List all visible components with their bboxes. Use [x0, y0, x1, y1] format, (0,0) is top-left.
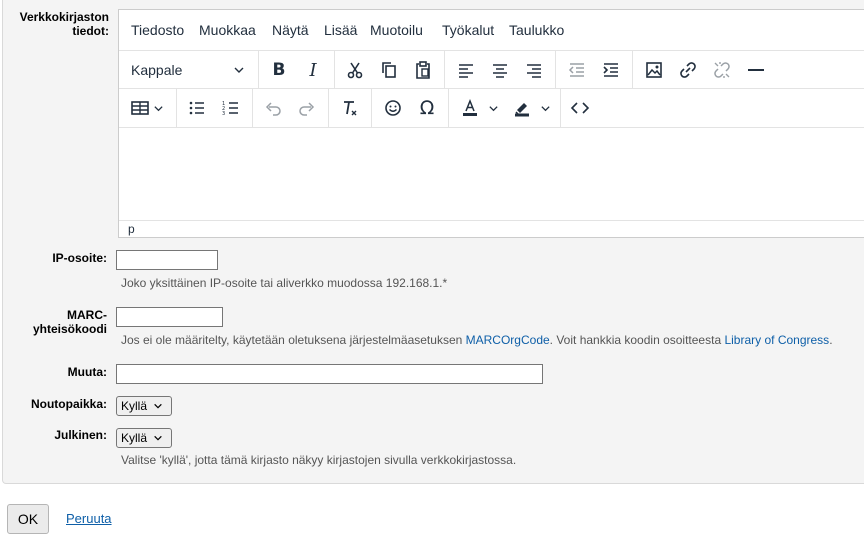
- menu-insert[interactable]: Lisää: [324, 22, 357, 38]
- marc-hint-middle: . Voit hankkia koodin osoitteesta: [549, 333, 722, 347]
- align-center-icon[interactable]: [485, 55, 515, 85]
- pickup-select[interactable]: Kyllä: [116, 396, 172, 416]
- public-select-value: Kyllä: [121, 431, 148, 445]
- ok-button[interactable]: OK: [7, 504, 49, 534]
- chevron-down-icon: [154, 435, 162, 441]
- numbered-list-icon[interactable]: 123: [216, 93, 246, 123]
- table-icon[interactable]: [125, 93, 169, 123]
- other-input[interactable]: [116, 364, 543, 384]
- bullet-list-icon[interactable]: [182, 93, 212, 123]
- editor-toolbar-row-2: 123 Ω: [119, 88, 864, 128]
- public-label: Julkinen:: [54, 428, 107, 442]
- ip-input[interactable]: [116, 250, 218, 270]
- element-path[interactable]: p: [128, 222, 135, 236]
- editor-content-area[interactable]: [119, 127, 864, 220]
- marcorgcode-link[interactable]: MARCOrgCode: [466, 333, 550, 347]
- cut-icon[interactable]: [340, 55, 370, 85]
- chevron-down-icon: [154, 105, 163, 111]
- menu-view[interactable]: Näytä: [272, 22, 309, 38]
- chevron-down-icon: [234, 67, 244, 73]
- marc-input[interactable]: [116, 307, 223, 327]
- indent-icon[interactable]: [596, 55, 626, 85]
- code-icon[interactable]: [565, 93, 595, 123]
- form-panel: Verkkokirjaston tiedot: Tiedosto Muokkaa…: [2, 0, 864, 484]
- pickup-select-value: Kyllä: [121, 399, 148, 413]
- library-info-label-line1: Verkkokirjaston: [19, 10, 109, 24]
- marc-label-line1: MARC-: [67, 308, 107, 322]
- italic-icon[interactable]: I: [298, 55, 328, 85]
- ip-hint: Joko yksittäinen IP-osoite tai aliverkko…: [121, 276, 448, 290]
- pickup-label: Noutopaikka:: [30, 397, 107, 411]
- highlight-icon[interactable]: [506, 93, 556, 123]
- rich-text-editor: Tiedosto Muokkaa Näytä Lisää Muotoilu Ty…: [118, 9, 864, 238]
- marc-label: MARC- yhteisökoodi: [3, 308, 107, 336]
- bold-icon[interactable]: B: [264, 55, 294, 85]
- align-right-icon[interactable]: [519, 55, 549, 85]
- paste-icon[interactable]: [408, 55, 438, 85]
- link-icon[interactable]: [673, 55, 703, 85]
- library-info-label-line2: tiedot:: [72, 24, 109, 38]
- menu-format[interactable]: Muotoilu: [370, 22, 423, 38]
- copy-icon[interactable]: [374, 55, 404, 85]
- public-hint: Valitse 'kyllä', jotta tämä kirjasto näk…: [121, 453, 517, 467]
- marc-hint-end: .: [829, 333, 833, 347]
- align-left-icon[interactable]: [451, 55, 481, 85]
- horizontal-rule-icon[interactable]: [741, 55, 771, 85]
- text-color-icon[interactable]: [454, 93, 504, 123]
- outdent-icon[interactable]: [562, 55, 592, 85]
- block-format-select[interactable]: Kappale: [123, 55, 253, 85]
- redo-icon[interactable]: [292, 93, 322, 123]
- omega-icon[interactable]: Ω: [412, 93, 442, 123]
- marc-label-line2: yhteisökoodi: [32, 322, 107, 336]
- chevron-down-icon: [488, 105, 498, 111]
- ip-label: IP-osoite:: [52, 251, 107, 265]
- marc-hint-text: Jos ei ole määritelty, käytetään oletuks…: [121, 333, 463, 347]
- menu-edit[interactable]: Muokkaa: [199, 22, 256, 38]
- editor-statusbar: p: [119, 220, 864, 237]
- menu-tools[interactable]: Työkalut: [442, 22, 494, 38]
- block-format-value: Kappale: [131, 62, 183, 78]
- editor-toolbar-row-1: Kappale B I: [119, 50, 864, 89]
- library-info-label: Verkkokirjaston tiedot:: [5, 10, 109, 38]
- menu-file[interactable]: Tiedosto: [131, 22, 184, 38]
- unlink-icon[interactable]: [707, 55, 737, 85]
- library-of-congress-link[interactable]: Library of Congress: [724, 333, 829, 347]
- other-label: Muuta:: [67, 365, 107, 379]
- marc-hint: Jos ei ole määritelty, käytetään oletuks…: [121, 333, 833, 347]
- editor-menubar: Tiedosto Muokkaa Näytä Lisää Muotoilu Ty…: [119, 10, 864, 50]
- undo-icon[interactable]: [258, 93, 288, 123]
- image-icon[interactable]: [639, 55, 669, 85]
- svg-text:3: 3: [222, 111, 225, 117]
- emoji-icon[interactable]: [378, 93, 408, 123]
- chevron-down-icon: [540, 105, 550, 111]
- menu-table[interactable]: Taulukko: [509, 22, 564, 38]
- clear-format-icon[interactable]: [335, 93, 365, 123]
- public-select[interactable]: Kyllä: [116, 428, 172, 448]
- chevron-down-icon: [154, 403, 162, 409]
- cancel-link[interactable]: Peruuta: [66, 511, 112, 526]
